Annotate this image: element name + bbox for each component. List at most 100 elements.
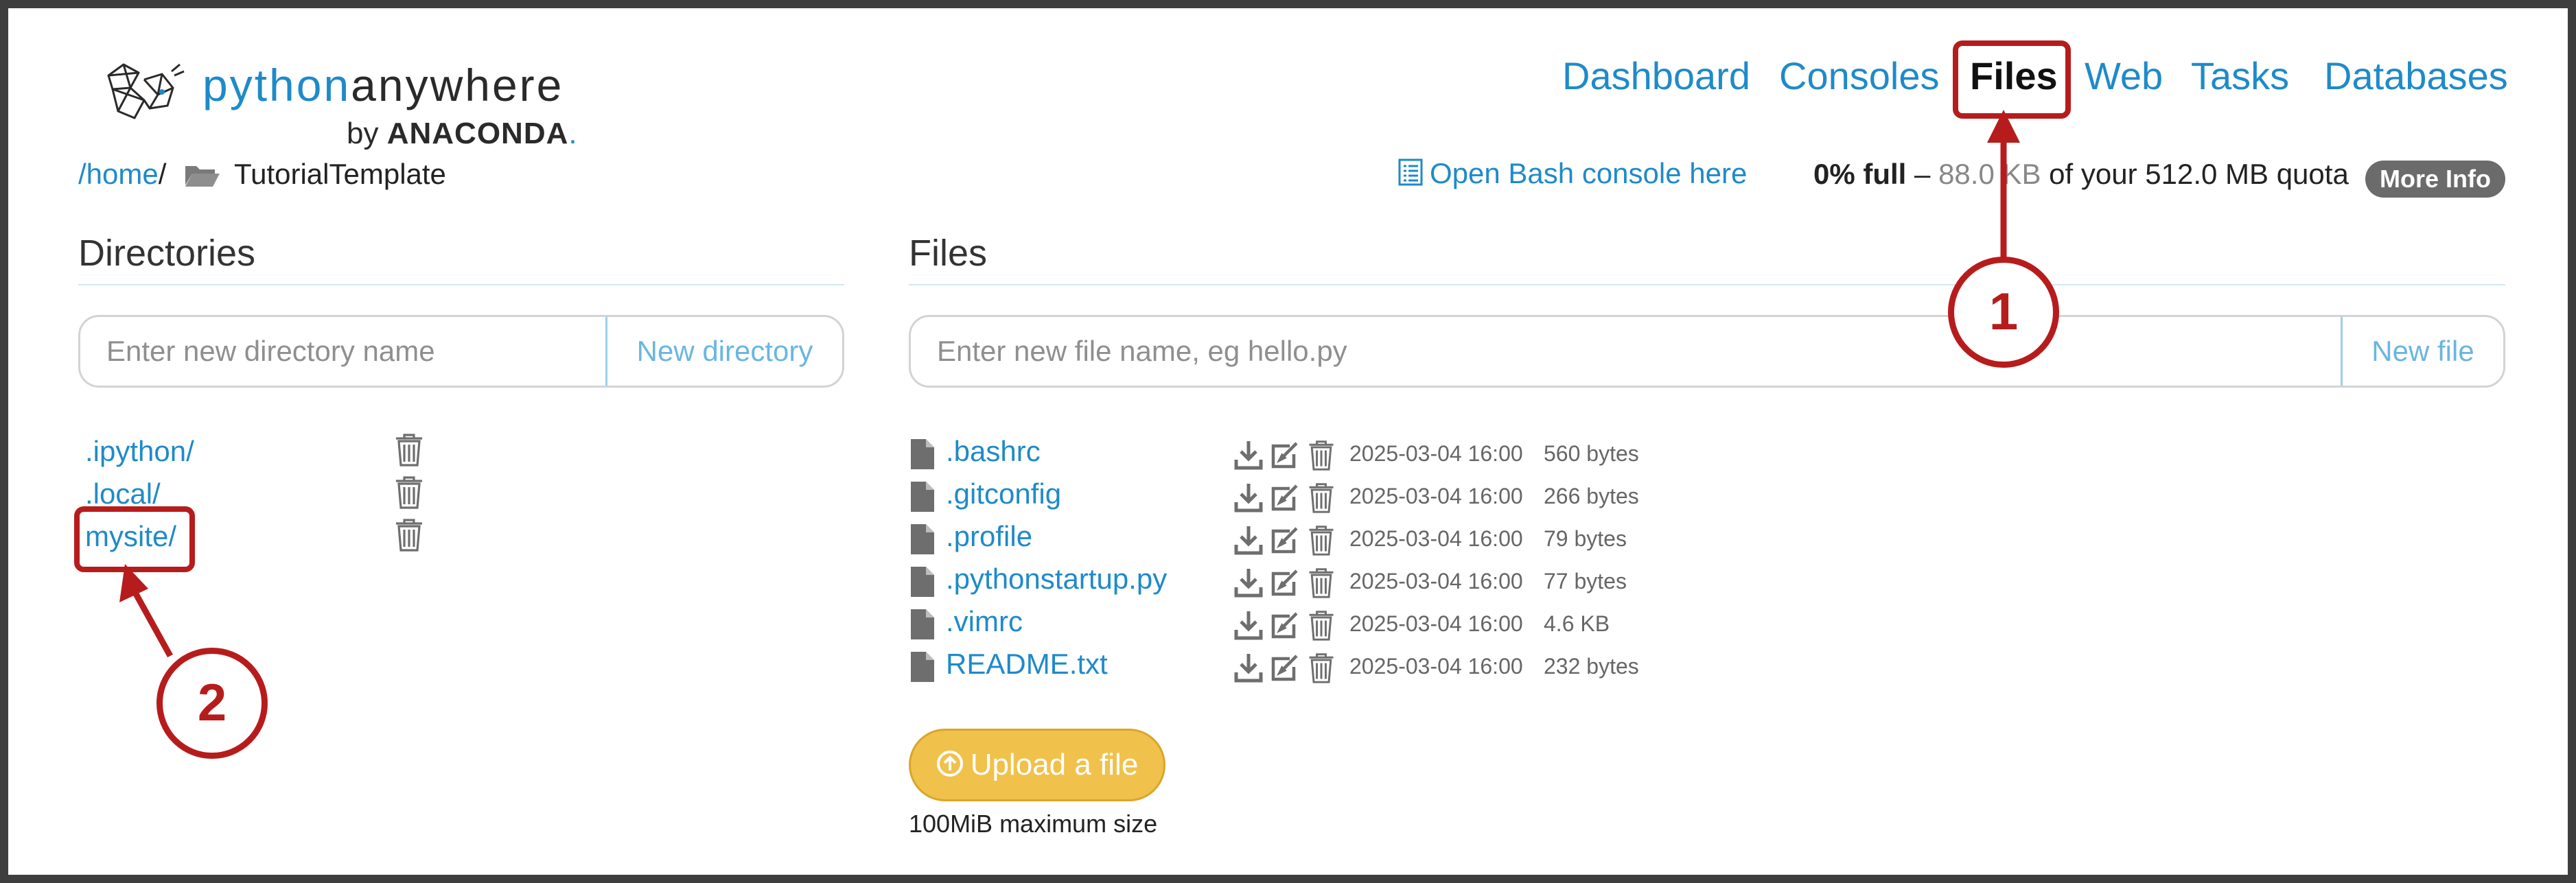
file-link[interactable]: README.txt (946, 648, 1108, 681)
file-link[interactable]: .profile (946, 520, 1032, 553)
upload-icon (936, 751, 963, 777)
trash-icon[interactable] (1306, 652, 1336, 683)
download-icon[interactable] (1233, 652, 1264, 683)
file-date: 2025-03-04 16:00 (1349, 569, 1523, 593)
quota-percent: 0% full (1813, 158, 1907, 190)
download-icon[interactable] (1233, 439, 1264, 471)
file-row: .pythonstartup.py 2025-03-04 16:00 77 by… (909, 563, 1664, 605)
new-directory-button[interactable]: New directory (605, 317, 842, 386)
directory-link-local[interactable]: .local/ (85, 478, 161, 510)
edit-icon[interactable] (1269, 652, 1299, 683)
trash-icon[interactable] (394, 517, 424, 552)
file-size: 79 bytes (1544, 526, 1627, 551)
nav-dashboard[interactable]: Dashboard (1562, 54, 1750, 98)
file-row: .gitconfig 2025-03-04 16:00 266 bytes (909, 478, 1664, 520)
download-icon[interactable] (1233, 567, 1264, 598)
file-row: .vimrc 2025-03-04 16:00 4.6 KB (909, 605, 1664, 648)
trash-icon[interactable] (1306, 609, 1336, 641)
trash-icon[interactable] (1306, 524, 1336, 556)
edit-icon[interactable] (1269, 482, 1299, 513)
file-date: 2025-03-04 16:00 (1349, 484, 1523, 508)
edit-icon[interactable] (1269, 439, 1299, 471)
open-bash-console-label: Open Bash console here (1430, 157, 1748, 189)
trash-icon[interactable] (1306, 482, 1336, 513)
brand-name-part1: python (202, 60, 351, 110)
file-date: 2025-03-04 16:00 (1349, 654, 1523, 679)
file-icon (911, 567, 934, 597)
nav-consoles[interactable]: Consoles (1779, 54, 1939, 98)
nav-databases[interactable]: Databases (2324, 54, 2508, 98)
brand-wordmark[interactable]: pythonanywhere (202, 59, 564, 111)
file-link[interactable]: .vimrc (946, 605, 1023, 638)
file-size: 77 bytes (1544, 569, 1627, 593)
file-icon (911, 439, 934, 469)
upload-size-note: 100MiB maximum size (909, 810, 1158, 838)
pythonanywhere-logo-icon (107, 63, 185, 119)
mysite-highlight-box (74, 506, 195, 572)
brand-company-dot: . (568, 117, 577, 150)
edit-icon[interactable] (1269, 524, 1299, 556)
quota-status: 0% full – 88.0 KB of your 512.0 MB quota (1813, 158, 2349, 191)
file-link[interactable]: .gitconfig (946, 478, 1061, 510)
arrow-line-2 (132, 589, 173, 658)
more-info-button[interactable]: More Info (2365, 161, 2505, 198)
trash-icon[interactable] (1306, 567, 1336, 598)
files-title: Files (909, 233, 988, 274)
new-file-input[interactable]: Enter new file name, eg hello.py (911, 317, 2341, 386)
file-size: 4.6 KB (1544, 611, 1610, 636)
trash-icon[interactable] (1306, 439, 1336, 471)
file-date: 2025-03-04 16:00 (1349, 526, 1523, 551)
file-date: 2025-03-04 16:00 (1349, 611, 1523, 636)
directory-link-ipython[interactable]: .ipython/ (85, 435, 194, 468)
trash-icon[interactable] (394, 475, 424, 509)
file-icon (911, 524, 934, 554)
edit-icon[interactable] (1269, 567, 1299, 598)
callout-1: 1 (1948, 257, 2059, 368)
file-size: 232 bytes (1544, 654, 1639, 679)
upload-file-button[interactable]: Upload a file (909, 729, 1165, 801)
list-icon (1398, 158, 1423, 186)
screenshot-frame: pythonanywhere by ANACONDA. Dashboard Co… (0, 0, 2576, 883)
file-icon (911, 609, 934, 639)
download-icon[interactable] (1233, 482, 1264, 513)
new-directory-form: Enter new directory name New directory (78, 315, 844, 388)
file-link[interactable]: .pythonstartup.py (946, 563, 1167, 596)
file-size: 266 bytes (1544, 484, 1639, 508)
file-row: README.txt 2025-03-04 16:00 232 bytes (909, 648, 1664, 690)
edit-icon[interactable] (1269, 609, 1299, 641)
nav-tasks[interactable]: Tasks (2191, 54, 2289, 98)
quota-used: 88.0 KB (1938, 158, 2041, 190)
files-highlight-box (1953, 40, 2071, 119)
upload-file-label: Upload a file (970, 748, 1139, 781)
new-file-button[interactable]: New file (2341, 317, 2503, 386)
directories-title: Directories (78, 233, 256, 274)
file-size: 560 bytes (1544, 441, 1639, 466)
breadcrumb-home-link[interactable]: /home (78, 158, 159, 190)
download-icon[interactable] (1233, 524, 1264, 556)
new-file-form: Enter new file name, eg hello.py New fil… (909, 315, 2505, 388)
file-link[interactable]: .bashrc (946, 435, 1041, 468)
files-divider (909, 284, 2505, 285)
folder-open-icon (185, 166, 220, 187)
file-date: 2025-03-04 16:00 (1349, 441, 1523, 466)
quota-rest: of your 512.0 MB quota (2041, 158, 2349, 190)
download-icon[interactable] (1233, 609, 1264, 641)
open-bash-console-link[interactable]: Open Bash console here (1398, 157, 1747, 190)
quota-dash: – (1906, 158, 1939, 190)
directories-divider (78, 284, 844, 285)
trash-icon[interactable] (394, 432, 424, 467)
callout-2: 2 (156, 648, 268, 759)
brand-name-part2: anywhere (351, 60, 564, 110)
brand-byline: by ANACONDA. (347, 117, 577, 151)
breadcrumb-separator: / (158, 158, 167, 190)
nav-web[interactable]: Web (2085, 54, 2163, 98)
brand-by-label: by (347, 117, 379, 150)
file-icon (911, 482, 934, 512)
file-row: .bashrc 2025-03-04 16:00 560 bytes (909, 435, 1664, 478)
new-directory-input[interactable]: Enter new directory name (80, 317, 605, 386)
brand-company: ANACONDA (386, 117, 569, 150)
breadcrumb: /home/ TutorialTemplate (78, 158, 446, 191)
file-icon (911, 652, 934, 682)
breadcrumb-current: TutorialTemplate (234, 158, 446, 190)
file-row: .profile 2025-03-04 16:00 79 bytes (909, 520, 1664, 563)
